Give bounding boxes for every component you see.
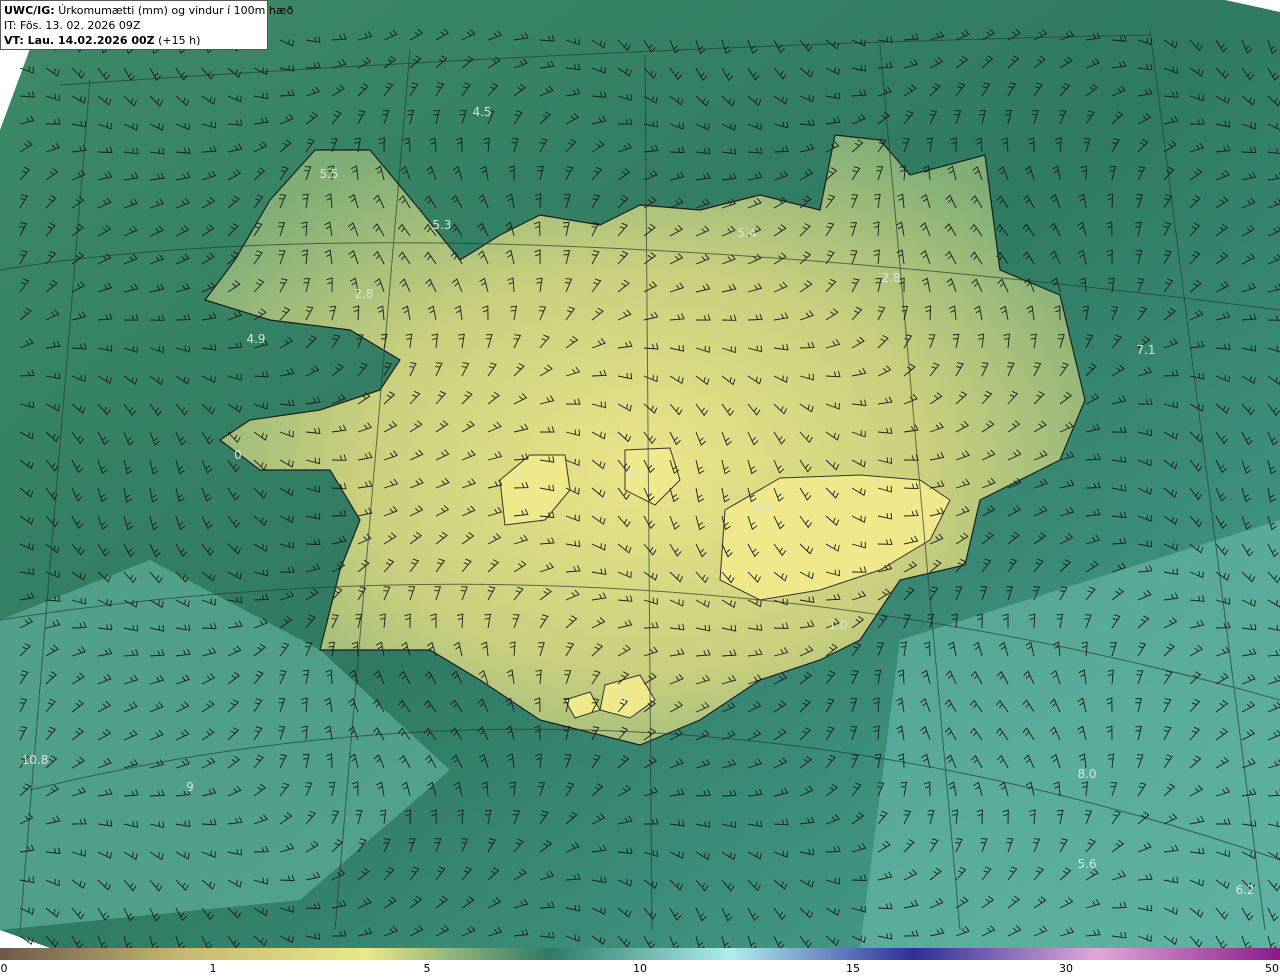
value-label: 2.8 [881,271,901,285]
forecast-offset: (+15 h) [158,34,201,47]
model-prefix: UWC/IG: [4,4,55,17]
colorbar-tick: 5 [423,962,431,975]
value-label: 5.3 [432,218,452,232]
value-label: 5.5 [319,167,339,181]
value-label: 7.1 [1136,343,1156,357]
valid-time-line: VT: Lau. 14.02.2026 00Z (+15 h) [4,33,264,48]
value-label: 1.0 [828,618,848,632]
precipitation-colorbar [0,948,1280,960]
map-header: UWC/IG: Úrkomumætti (mm) og vindur í 100… [0,0,293,50]
colorbar-tick: 0 [0,962,8,975]
value-label: 9 [186,780,194,794]
colorbar-tick: 15 [846,962,860,975]
value-label: 2.8 [354,287,374,301]
value-label: 6.2 [1235,883,1255,897]
value-label: 0 [234,448,242,462]
colorbar-tick: 10 [633,962,647,975]
value-label: 5.6 [1077,857,1097,871]
colorbar-tick: 30 [1059,962,1073,975]
value-label: 0.4 [752,501,772,515]
product-title: Úrkomumætti (mm) og vindur í 100m hæð [58,4,294,17]
issue-time: IT: Fös. 13. 02. 2026 09Z [4,19,141,32]
header-title-line: UWC/IG: Úrkomumætti (mm) og vindur í 100… [4,3,293,18]
value-label: 8.0 [1077,767,1097,781]
colorbar-tick: 1 [209,962,217,975]
value-label: 5.4 [737,226,757,240]
value-label: 10.8 [21,753,49,767]
colorbar-tick: 50 [1265,962,1279,975]
value-label: 1.0 [607,691,627,705]
value-label: 4.9 [246,332,266,346]
valid-time: VT: Lau. 14.02.2026 00Z [4,34,155,47]
colorbar-tick-labels: 0 1 5 10 15 30 50 [0,962,1280,978]
value-label: 4.5 [472,105,492,119]
value-label: 0.5 [626,467,646,481]
value-label: 0 [515,469,523,483]
